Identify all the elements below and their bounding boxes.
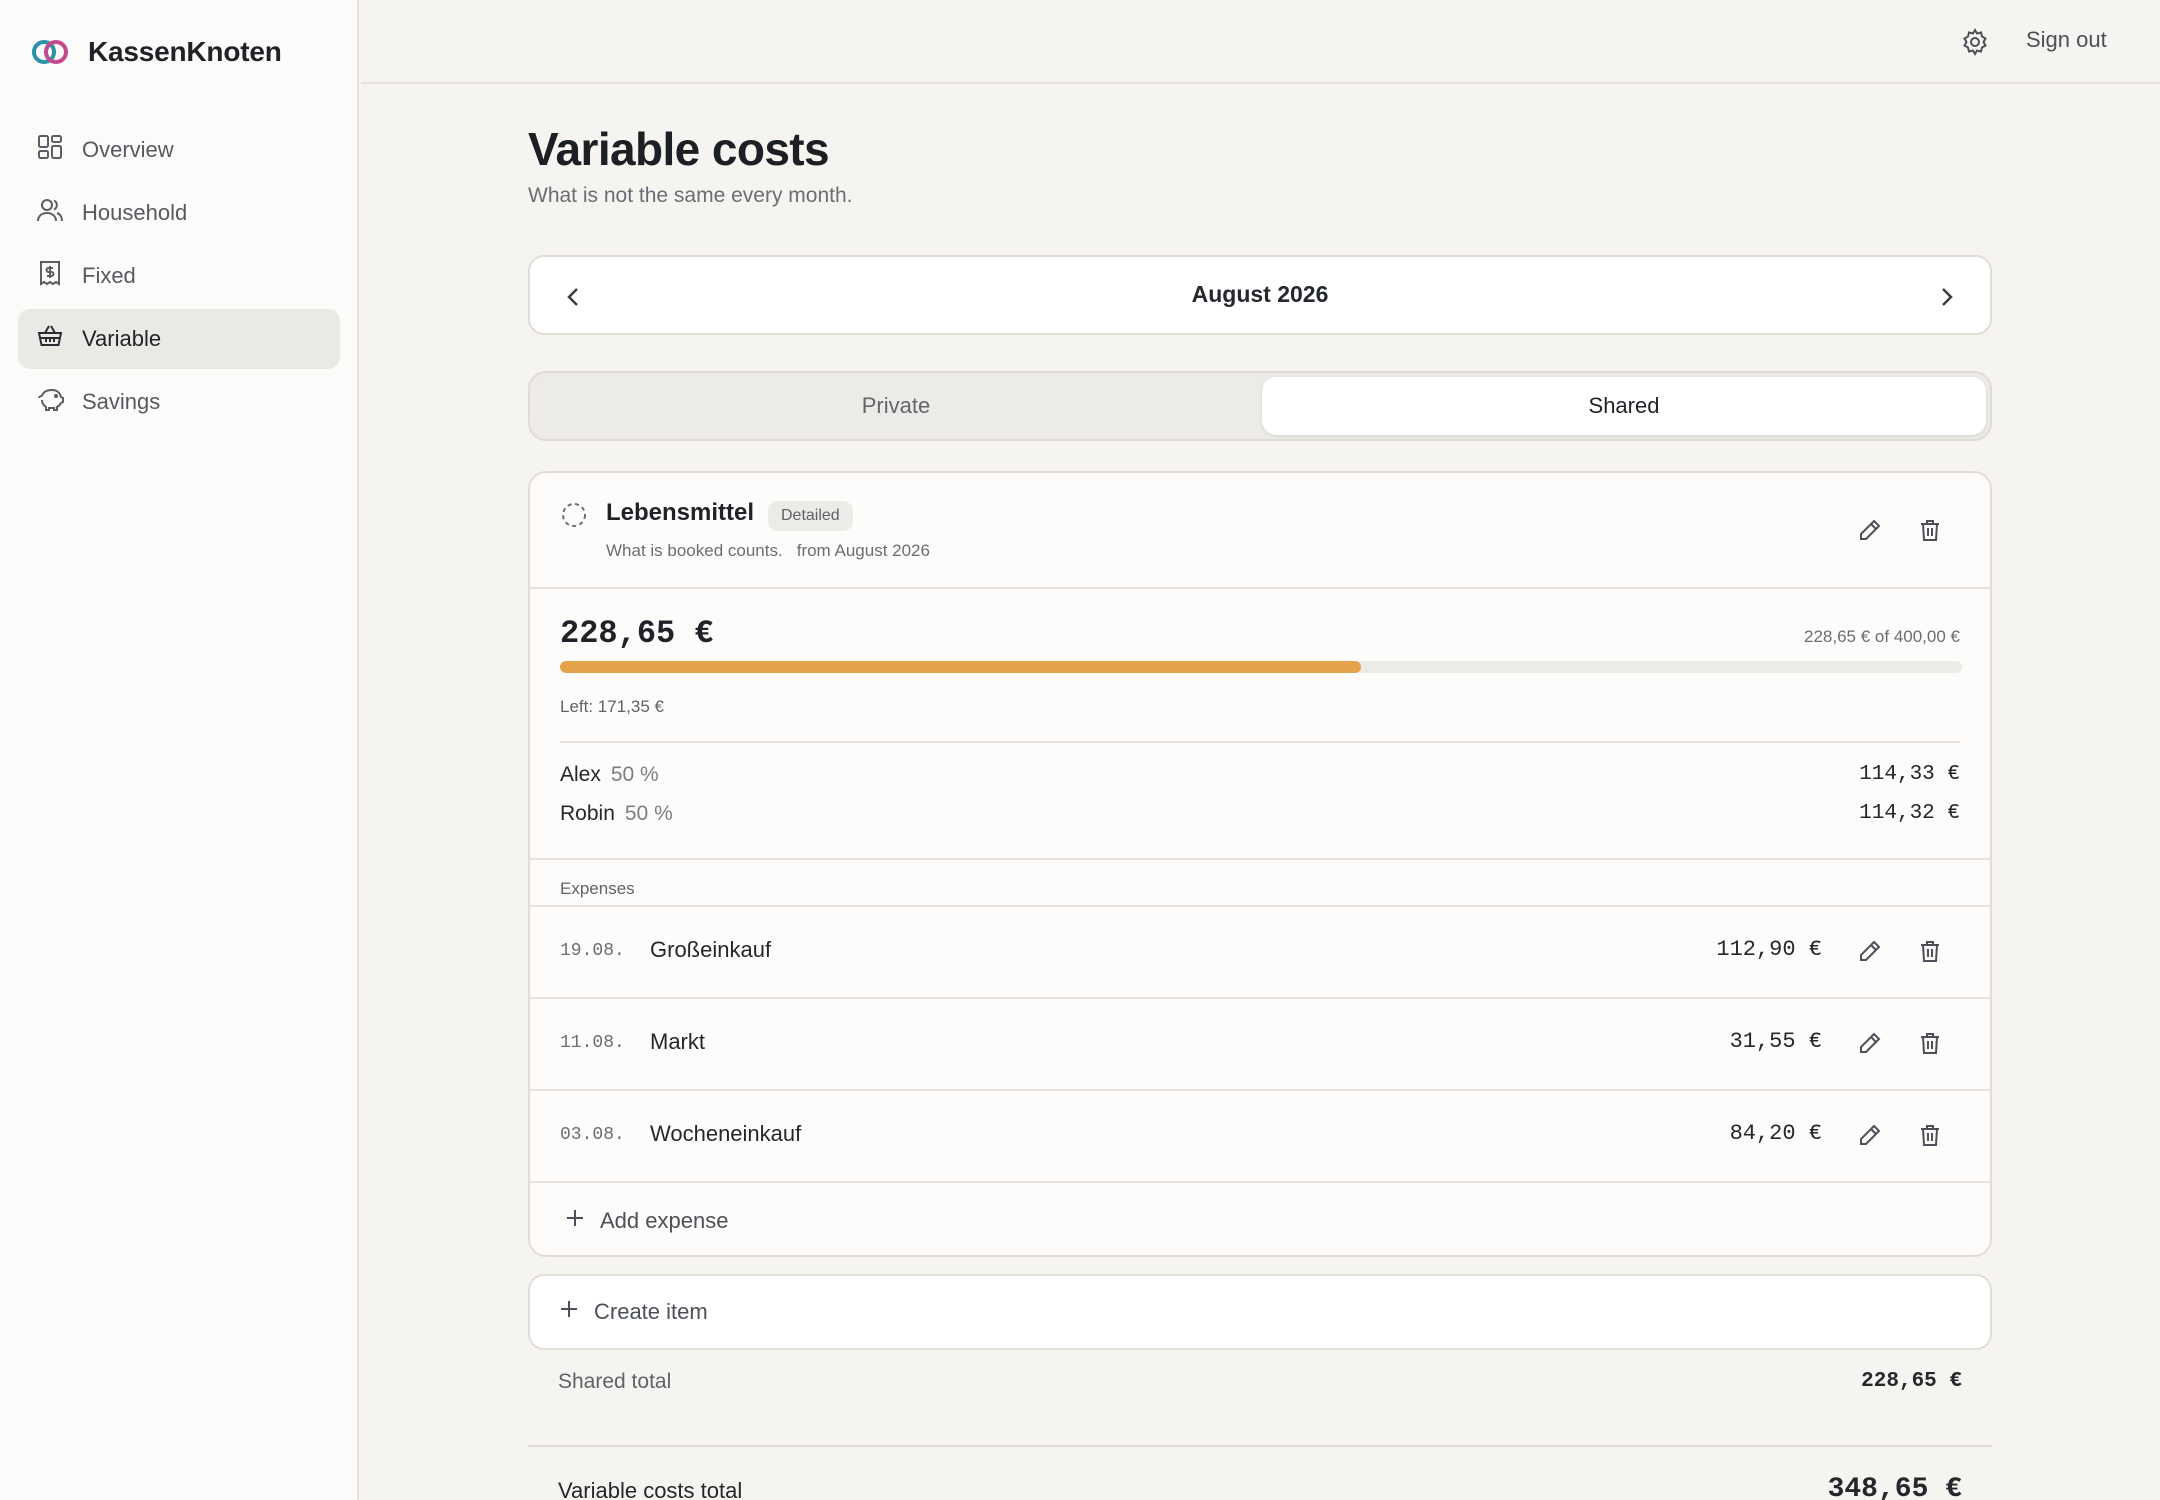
expense-date: 03.08. [560,1125,625,1145]
split-percent: 50 % [624,802,673,825]
month-label: August 2026 [1191,281,1329,307]
plus-icon [558,1298,580,1326]
chevron-right-icon[interactable] [1930,281,1962,313]
expenses-label: Expenses [560,879,635,898]
item-name: Lebensmittel [606,499,755,526]
budget-text: 228,65 € of 400,00 € [1804,627,1960,646]
pencil-icon[interactable] [1856,1029,1884,1057]
receipt-icon [36,259,64,293]
split-name: Alex [560,763,601,786]
sidebar-item-label: Overview [82,137,174,162]
month-selector: August 2026 [528,255,1992,335]
create-item-button[interactable]: Create item [528,1274,1992,1350]
trash-icon[interactable] [1916,516,1944,544]
split-person: Alex 50 % [560,763,659,787]
add-expense-button[interactable]: Add expense [530,1181,1990,1255]
expense-value: 31,55 € [1729,1029,1822,1054]
sidebar-item-fixed[interactable]: Fixed [18,246,340,306]
expense-row: 19.08. Großeinkauf 112,90 € [530,905,1990,995]
grid-icon [36,133,64,167]
cost-item-card: Lebensmittel Detailed What is booked cou… [528,471,1992,1257]
divider [560,741,1960,743]
trash-icon[interactable] [1916,937,1944,965]
app-name: KassenKnoten [88,36,282,67]
budget-progress-fill [560,661,1362,673]
split-name: Robin [560,802,615,825]
card-header: Lebensmittel Detailed What is booked cou… [530,473,1990,589]
sidebar-item-household[interactable]: Household [18,183,340,243]
sidebar-item-label: Savings [82,389,161,414]
scope-toggle: Private Shared [528,371,1992,441]
trash-icon[interactable] [1916,1029,1944,1057]
page-subtitle: What is not the same every month. [528,184,853,207]
expense-value: 84,20 € [1729,1121,1822,1146]
split-value: 114,33 € [1859,763,1960,786]
variable-total-value: 348,65 € [1827,1474,1962,1500]
plus-icon [564,1207,586,1235]
tab-private[interactable]: Private [534,377,1258,435]
item-description: What is booked counts. from August 2026 [606,541,930,561]
sidebar-item-label: Fixed [82,263,136,288]
item-amount: 228,65 € [560,615,714,652]
trash-icon[interactable] [1916,1121,1944,1149]
gear-icon[interactable] [1960,27,1990,57]
split-person: Robin 50 % [560,802,673,826]
divider [528,1445,1992,1447]
variable-total-label: Variable costs total [558,1478,743,1500]
divider [530,858,1990,860]
budget-progress-bar [560,661,1962,673]
pencil-icon[interactable] [1856,937,1884,965]
basket-icon [36,322,64,356]
shared-total-value: 228,65 € [1861,1370,1962,1393]
split-percent: 50 % [610,763,659,786]
shared-total-label: Shared total [558,1370,672,1393]
mode-badge: Detailed [768,501,853,531]
expense-description: Markt [650,1029,705,1054]
piggy-bank-icon [36,385,64,419]
expense-row: 11.08. Markt 31,55 € [530,997,1990,1087]
sidebar-item-variable[interactable]: Variable [18,309,340,369]
brand-logo-icon [32,38,68,66]
page-title: Variable costs [528,123,830,175]
expense-description: Wocheneinkauf [650,1121,802,1146]
sidebar-item-overview[interactable]: Overview [18,120,340,180]
pencil-icon[interactable] [1856,1121,1884,1149]
expense-date: 19.08. [560,941,625,961]
sign-out-link[interactable]: Sign out [2026,27,2107,53]
pencil-icon[interactable] [1856,516,1884,544]
dashed-circle-icon [560,501,588,529]
create-item-label: Create item [594,1299,708,1324]
sidebar: KassenKnoten Overview Household Fixed Va… [0,0,359,1500]
expense-row: 03.08. Wocheneinkauf 84,20 € [530,1089,1990,1179]
users-icon [36,196,64,230]
add-expense-label: Add expense [600,1208,729,1233]
sidebar-item-savings[interactable]: Savings [18,372,340,432]
remaining-text: Left: 171,35 € [560,697,664,716]
sidebar-nav: Overview Household Fixed Variable Saving… [18,120,340,435]
topbar [361,0,2160,84]
split-value: 114,32 € [1859,802,1960,825]
sidebar-item-label: Variable [82,326,162,351]
expense-date: 11.08. [560,1033,625,1053]
sidebar-item-label: Household [82,200,188,225]
expense-value: 112,90 € [1716,937,1822,962]
expense-description: Großeinkauf [650,937,772,962]
item-from-text: from August 2026 [796,541,930,560]
brand[interactable]: KassenKnoten [32,36,282,68]
split-row: Alex 50 % 114,33 € [560,759,1960,791]
tab-shared[interactable]: Shared [1262,377,1986,435]
item-desc-text: What is booked counts. [606,541,783,560]
split-row: Robin 50 % 114,32 € [560,798,1960,830]
